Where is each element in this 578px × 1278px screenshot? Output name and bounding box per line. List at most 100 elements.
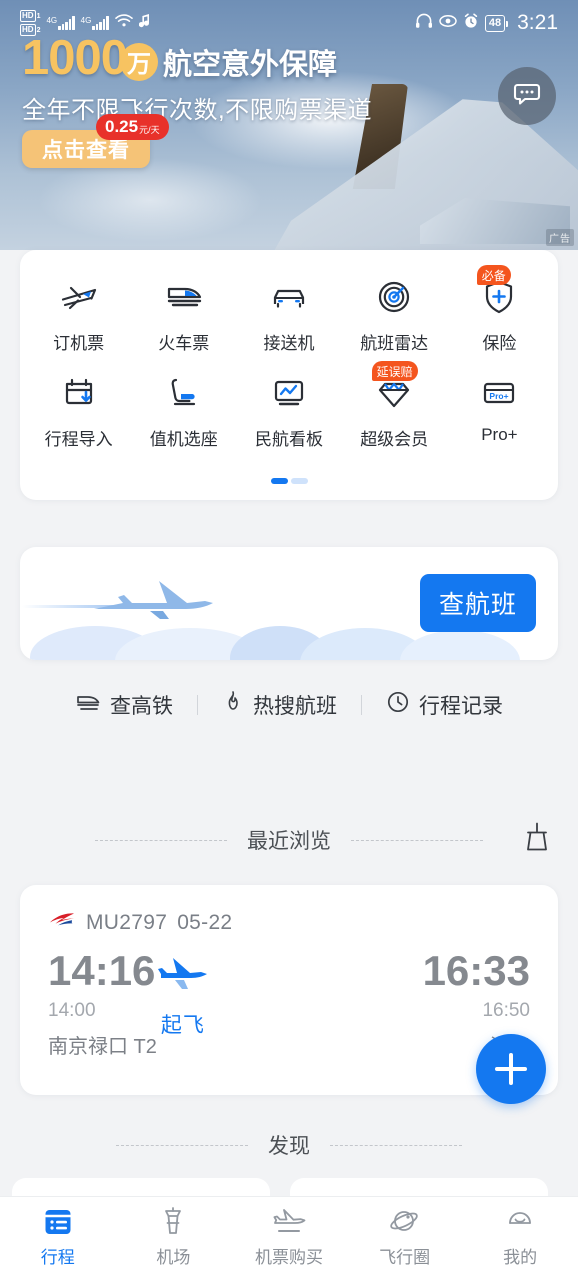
divider [361, 695, 362, 715]
service-grid-card: 订机票 火车票 接送机 航班雷达 必备 保险 行程导入 值机选座 民航看板 延误… [20, 250, 558, 500]
quick-link-hot-flights[interactable]: 热搜航班 [222, 690, 337, 720]
grid-label: 值机选座 [149, 430, 218, 449]
grid-item-airport-transfer[interactable]: 接送机 [236, 268, 341, 364]
add-trip-button[interactable] [476, 1034, 546, 1104]
grid-label: 航班雷达 [360, 334, 429, 353]
hd-index-2: 2 [36, 26, 41, 34]
alarm-icon [463, 13, 479, 34]
takeoff-icon [272, 1207, 306, 1237]
status-left: HD 1 HD 2 4G 4G [20, 10, 151, 36]
dashboard-chart-icon [266, 370, 312, 416]
takeoff-plane-icon [157, 956, 209, 1005]
recent-section-header: 最近浏览 [0, 820, 578, 860]
broom-icon[interactable] [522, 822, 552, 859]
hd-icon-1: HD 1 [20, 10, 40, 22]
svg-text:Pro+: Pro+ [490, 391, 509, 401]
signal-2: 4G [81, 16, 109, 30]
status-bar: HD 1 HD 2 4G 4G 48 3:21 [0, 0, 578, 46]
hd-index-1: 1 [36, 12, 41, 20]
grid-label: 保险 [482, 334, 517, 353]
cloud [400, 630, 520, 660]
section-title: 发现 [268, 1135, 310, 1158]
hd-label-1: HD [20, 10, 36, 22]
tab-profile[interactable]: 我的 [462, 1207, 578, 1268]
grid-badge: 延误赔 [371, 361, 418, 381]
flight-card-header: MU2797 05-22 [20, 885, 558, 936]
price-badge: 0.25 元/天 [96, 114, 169, 140]
service-grid: 订机票 火车票 接送机 航班雷达 必备 保险 行程导入 值机选座 民航看板 延误… [20, 250, 558, 460]
grid-item-insurance[interactable]: 必备 保险 [447, 265, 552, 364]
grid-item-flight-radar[interactable]: 航班雷达 [342, 268, 447, 364]
hd-icon-2: HD 2 [20, 24, 40, 36]
app-screen: 1000 万 航空意外保障 全年不限飞行次数,不限购票渠道 点击查看 0.25 … [0, 0, 578, 1278]
ad-label: 广告 [546, 229, 574, 246]
flight-status-block: 起飞 [157, 952, 209, 1039]
train-icon [161, 274, 207, 320]
chat-bubble-icon [512, 79, 542, 114]
page-dot-inactive [290, 478, 308, 484]
page-dot-active [270, 478, 288, 484]
hd-label-2: HD [20, 24, 36, 36]
tab-buy-ticket[interactable]: 机票购买 [231, 1207, 347, 1268]
divider [197, 695, 198, 715]
headphones-icon [415, 13, 433, 34]
chat-button[interactable] [498, 67, 556, 125]
radar-icon [371, 274, 417, 320]
pro-card-icon: Pro+ [476, 370, 522, 416]
grid-label: 行程导入 [44, 430, 113, 449]
price-unit: 元/天 [139, 124, 160, 135]
quick-link-highspeed-rail[interactable]: 查高铁 [75, 690, 173, 720]
quick-link-label: 热搜航班 [253, 695, 337, 718]
network-label-2: 4G [80, 16, 92, 25]
quick-links-row: 查高铁 热搜航班 行程记录 [0, 682, 578, 728]
grid-item-super-member[interactable]: 延误赔 超级会员 [342, 361, 447, 460]
calendar-icon [41, 1207, 75, 1237]
quick-link-trip-history[interactable]: 行程记录 [386, 690, 503, 720]
flight-status: 起飞 [160, 1014, 205, 1037]
tab-label: 机票购买 [254, 1248, 323, 1267]
grid-item-book-flight[interactable]: 订机票 [26, 268, 131, 364]
signal-bars-1 [58, 16, 75, 30]
section-dash-right [351, 839, 483, 841]
tab-label: 机场 [156, 1248, 191, 1267]
tab-flight-circle[interactable]: 飞行圈 [347, 1207, 463, 1268]
departure-actual-time: 14:16 [48, 947, 156, 994]
tab-airport[interactable]: 机场 [116, 1207, 232, 1268]
signal-bars-2 [92, 16, 109, 30]
grid-label: Pro+ [481, 425, 518, 444]
battery-icon: 48 [484, 14, 509, 32]
flight-date: 05-22 [177, 910, 233, 934]
tab-label: 我的 [503, 1248, 538, 1267]
arrival-actual-time: 16:33 [422, 947, 530, 994]
banner-unit: 万 [120, 42, 159, 81]
flame-icon [222, 690, 244, 720]
status-right: 48 3:21 [415, 11, 558, 35]
tab-trips[interactable]: 行程 [0, 1207, 116, 1268]
search-flight-button[interactable]: 查航班 [420, 574, 536, 632]
departure-airport: 南京禄口 T2 [48, 1036, 157, 1058]
discover-section-header: 发现 [0, 1125, 578, 1165]
grid-item-import-trip[interactable]: 行程导入 [26, 364, 131, 460]
seat-icon [161, 370, 207, 416]
grid-item-pro-plus[interactable]: Pro+ Pro+ [447, 364, 552, 460]
section-dash-right [330, 1144, 462, 1146]
flight-number: MU2797 [86, 910, 168, 934]
grid-item-train-ticket[interactable]: 火车票 [131, 268, 236, 364]
planet-icon [388, 1207, 422, 1237]
grid-page-indicator[interactable] [20, 478, 558, 484]
grid-label: 火车票 [158, 334, 210, 353]
airplane-icon [56, 274, 102, 320]
banner-cta-wrap: 点击查看 0.25 元/天 [22, 114, 169, 168]
network-label-1: 4G [46, 16, 58, 25]
arrival-scheduled-time: 16:50 [482, 1000, 530, 1021]
clock-time: 3:21 [517, 11, 558, 34]
tab-label: 行程 [40, 1248, 75, 1267]
tab-label: 飞行圈 [379, 1248, 431, 1267]
control-tower-icon [156, 1207, 190, 1237]
grid-badge: 必备 [476, 265, 511, 285]
hd-indicators: HD 1 HD 2 [20, 10, 40, 36]
grid-item-checkin-seat[interactable]: 值机选座 [131, 364, 236, 460]
grid-label: 超级会员 [360, 430, 429, 449]
grid-item-aviation-board[interactable]: 民航看板 [236, 364, 341, 460]
flight-search-card[interactable]: 查航班 [20, 547, 558, 660]
